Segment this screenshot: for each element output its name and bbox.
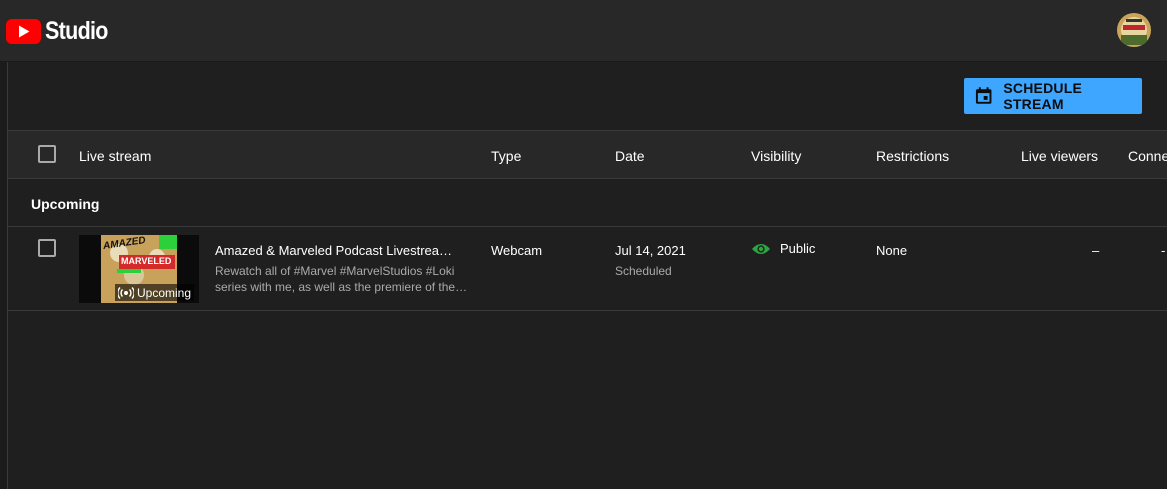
column-live-viewers[interactable]: Live viewers <box>1021 148 1098 164</box>
upcoming-badge: Upcoming <box>115 284 195 301</box>
schedule-stream-label: SCHEDULE STREAM <box>1003 80 1082 112</box>
column-live-stream[interactable]: Live stream <box>79 148 151 164</box>
badge-label: Upcoming <box>137 285 192 300</box>
schedule-stream-button[interactable]: SCHEDULE STREAM <box>964 78 1142 114</box>
stream-title[interactable]: Amazed & Marveled Podcast Livestrea… <box>215 243 452 258</box>
live-broadcast-icon <box>118 286 134 299</box>
stream-description: Rewatch all of #Marvel #MarvelStudios #L… <box>215 264 468 294</box>
left-panel-edge <box>0 62 8 489</box>
column-connections[interactable]: Conne <box>1128 148 1167 164</box>
youtube-play-icon <box>6 19 41 44</box>
table-row[interactable]: AMAZED MARVELED Upcoming Amazed & Marvel… <box>8 227 1167 311</box>
column-visibility[interactable]: Visibility <box>751 148 801 164</box>
section-title: Upcoming <box>31 196 100 212</box>
top-bar: Studio <box>0 0 1167 62</box>
stream-live-viewers: – <box>1092 243 1100 258</box>
thumbnail-text-main: MARVELED <box>121 256 172 266</box>
column-date[interactable]: Date <box>615 148 645 164</box>
column-restrictions[interactable]: Restrictions <box>876 148 949 164</box>
logo-text: Studio <box>45 17 108 45</box>
calendar-icon <box>975 87 992 104</box>
visibility-label: Public <box>780 241 816 256</box>
stream-thumbnail[interactable]: AMAZED MARVELED Upcoming <box>79 235 199 303</box>
select-all-checkbox[interactable] <box>38 145 56 163</box>
section-upcoming: Upcoming <box>8 179 1167 227</box>
live-content-panel: SCHEDULE STREAM Live stream Type Date Vi… <box>8 62 1167 489</box>
channel-avatar[interactable] <box>1117 13 1151 47</box>
stream-type: Webcam <box>491 243 543 258</box>
row-checkbox[interactable] <box>38 239 56 257</box>
column-type[interactable]: Type <box>491 148 521 164</box>
stream-date-status: Scheduled <box>615 264 672 278</box>
table-header: Live stream Type Date Visibility Restric… <box>8 130 1167 179</box>
visibility-control[interactable]: Public <box>751 241 815 256</box>
studio-logo[interactable]: Studio <box>6 17 118 46</box>
stream-connections: - <box>1161 243 1166 258</box>
stream-date: Jul 14, 2021 <box>615 243 686 258</box>
eye-icon <box>752 243 770 254</box>
stream-restrictions: None <box>876 243 908 258</box>
avatar-image <box>1117 13 1151 47</box>
